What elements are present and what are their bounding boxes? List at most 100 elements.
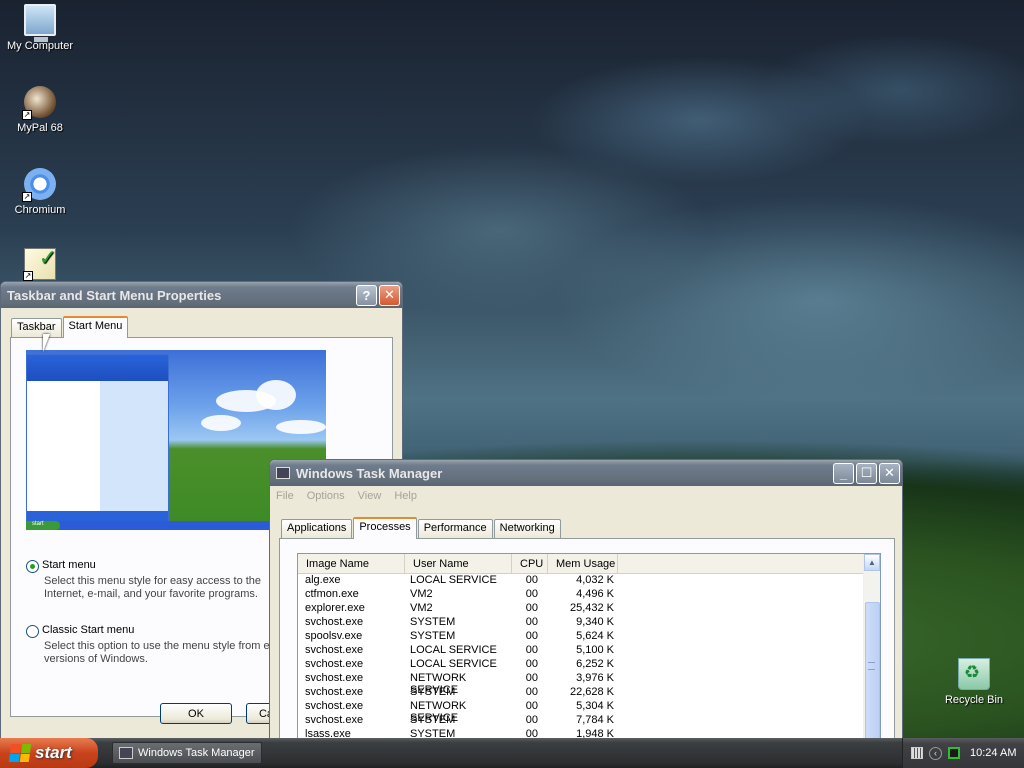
computer-icon xyxy=(24,4,56,42)
process-user-name: NETWORK SERVICE xyxy=(410,700,467,724)
task-manager-window[interactable]: Windows Task Manager _ ☐ ✕ File Options … xyxy=(269,459,903,751)
process-user-name: LOCAL SERVICE xyxy=(410,644,497,656)
title-bar[interactable]: Taskbar and Start Menu Properties ? ✕ xyxy=(1,282,402,308)
process-row[interactable]: svchost.exe SYSTEM 00 7,784 K xyxy=(298,714,880,728)
process-cpu: 00 xyxy=(525,644,538,656)
column-user-name[interactable]: User Name xyxy=(405,554,512,573)
process-image-name: svchost.exe xyxy=(305,714,364,726)
tab-performance[interactable]: Performance xyxy=(417,519,493,538)
tab-applications[interactable]: Applications xyxy=(281,519,353,538)
process-user-name: SYSTEM xyxy=(410,714,456,726)
taskbar: start Windows Task Manager ‹ 10:24 AM xyxy=(0,738,1024,768)
process-mem-usage: 5,100 K xyxy=(576,644,614,656)
process-image-name: svchost.exe xyxy=(305,616,364,628)
desktop-icon-mypal[interactable]: ↗ MyPal 68 xyxy=(0,86,80,134)
chromium-icon: ↗ xyxy=(22,168,56,202)
network-icon[interactable] xyxy=(948,747,960,759)
process-image-name: svchost.exe xyxy=(305,672,364,684)
start-menu-description: Select this menu style for easy access t… xyxy=(44,575,262,600)
tab-processes[interactable]: Processes xyxy=(353,517,417,539)
ok-button[interactable]: OK xyxy=(160,703,232,724)
start-menu-radio-label: Start menu xyxy=(42,559,96,571)
classic-start-menu-radio-label: Classic Start menu xyxy=(42,624,135,636)
process-row[interactable]: explorer.exe VM2 00 25,432 K xyxy=(298,602,880,616)
close-button[interactable]: ✕ xyxy=(379,284,400,306)
process-image-name: svchost.exe xyxy=(305,658,364,670)
process-row[interactable]: svchost.exe SYSTEM 00 9,340 K xyxy=(298,616,880,630)
process-row[interactable]: svchost.exe LOCAL SERVICE 00 6,252 K xyxy=(298,658,880,672)
process-user-name: SYSTEM xyxy=(410,616,456,628)
process-user-name: NETWORK SERVICE xyxy=(410,672,467,696)
vertical-scrollbar[interactable]: ▲ xyxy=(863,554,880,750)
process-image-name: spoolsv.exe xyxy=(305,630,363,642)
process-cpu: 00 xyxy=(525,574,538,586)
start-menu-radio[interactable] xyxy=(26,560,39,573)
process-cpu: 00 xyxy=(525,588,538,600)
windows-logo-icon xyxy=(8,744,32,762)
tab-networking[interactable]: Networking xyxy=(493,519,561,538)
classic-start-menu-option[interactable]: Classic Start menu xyxy=(26,624,134,638)
process-row[interactable]: spoolsv.exe SYSTEM 00 5,624 K xyxy=(298,630,880,644)
menu-help[interactable]: Help xyxy=(394,490,417,502)
desktop-icon-label: Recycle Bin xyxy=(944,694,1004,706)
process-row[interactable]: svchost.exe NETWORK SERVICE 00 3,976 K xyxy=(298,672,880,696)
close-button[interactable]: ✕ xyxy=(879,462,900,484)
process-list[interactable]: Image Name User Name CPU Mem Usage alg.e… xyxy=(297,553,881,751)
start-menu-option[interactable]: Start menu xyxy=(26,559,96,573)
column-cpu[interactable]: CPU xyxy=(512,554,548,573)
process-user-name: SYSTEM xyxy=(410,630,456,642)
tab-panel: Image Name User Name CPU Mem Usage alg.e… xyxy=(279,538,895,751)
process-mem-usage: 4,032 K xyxy=(576,574,614,586)
process-user-name: VM2 xyxy=(410,602,433,614)
desktop-icon-recycle-bin[interactable]: Recycle Bin xyxy=(934,658,1014,706)
process-cpu: 00 xyxy=(525,658,538,670)
process-user-name: LOCAL SERVICE xyxy=(410,574,497,586)
start-button[interactable]: start xyxy=(0,738,98,768)
process-row[interactable]: ctfmon.exe VM2 00 4,496 K xyxy=(298,588,880,602)
tab-start-menu[interactable]: Start Menu xyxy=(62,316,129,338)
title-bar[interactable]: Windows Task Manager _ ☐ ✕ xyxy=(270,460,902,486)
process-user-name: LOCAL SERVICE xyxy=(410,658,497,670)
process-mem-usage: 4,496 K xyxy=(576,588,614,600)
recycle-bin-icon xyxy=(958,658,990,690)
process-row[interactable]: svchost.exe NETWORK SERVICE 00 5,304 K xyxy=(298,700,880,724)
maximize-button[interactable]: ☐ xyxy=(856,462,877,484)
menu-options[interactable]: Options xyxy=(307,490,345,502)
process-rows: alg.exe LOCAL SERVICE 00 4,032 K ctfmon.exe V… xyxy=(298,574,880,742)
process-image-name: alg.exe xyxy=(305,574,341,586)
process-mem-usage: 9,340 K xyxy=(576,616,614,628)
process-user-name: SYSTEM xyxy=(410,686,456,698)
tab-strip: Applications Processes Performance Netwo… xyxy=(281,516,562,539)
process-list-header: Image Name User Name CPU Mem Usage xyxy=(298,554,880,574)
desktop-icon-my-computer[interactable]: My Computer xyxy=(0,4,80,52)
desktop-icon-app[interactable]: ↗ xyxy=(0,245,80,284)
scroll-thumb[interactable] xyxy=(865,602,880,742)
clock[interactable]: 10:24 AM xyxy=(970,747,1016,759)
process-image-name: ctfmon.exe xyxy=(305,588,359,600)
desktop-icon-label: Chromium xyxy=(14,204,66,216)
process-cpu: 00 xyxy=(525,602,538,614)
process-cpu: 00 xyxy=(525,700,538,712)
process-row[interactable]: alg.exe LOCAL SERVICE 00 4,032 K xyxy=(298,574,880,588)
column-image-name[interactable]: Image Name xyxy=(298,554,405,573)
process-row[interactable]: svchost.exe LOCAL SERVICE 00 5,100 K xyxy=(298,644,880,658)
help-button[interactable]: ? xyxy=(356,284,377,306)
taskbar-button-task-manager[interactable]: Windows Task Manager xyxy=(112,742,262,764)
minimize-button[interactable]: _ xyxy=(833,462,854,484)
process-cpu: 00 xyxy=(525,630,538,642)
scroll-up-arrow-icon[interactable]: ▲ xyxy=(864,554,880,571)
process-image-name: explorer.exe xyxy=(305,602,365,614)
mouse-cursor-icon xyxy=(43,334,57,352)
process-cpu: 00 xyxy=(525,672,538,684)
desktop-icon-chromium[interactable]: ↗ Chromium xyxy=(0,168,80,216)
process-mem-usage: 3,976 K xyxy=(576,672,614,684)
task-manager-icon xyxy=(119,747,133,759)
process-cpu: 00 xyxy=(525,616,538,628)
menu-view[interactable]: View xyxy=(358,490,382,502)
chevron-left-icon[interactable]: ‹ xyxy=(929,746,942,760)
menu-file[interactable]: File xyxy=(276,490,294,502)
keyboard-icon[interactable] xyxy=(911,747,923,759)
process-row[interactable]: svchost.exe SYSTEM 00 22,628 K xyxy=(298,686,880,700)
column-mem-usage[interactable]: Mem Usage xyxy=(548,554,618,573)
classic-start-menu-radio[interactable] xyxy=(26,625,39,638)
